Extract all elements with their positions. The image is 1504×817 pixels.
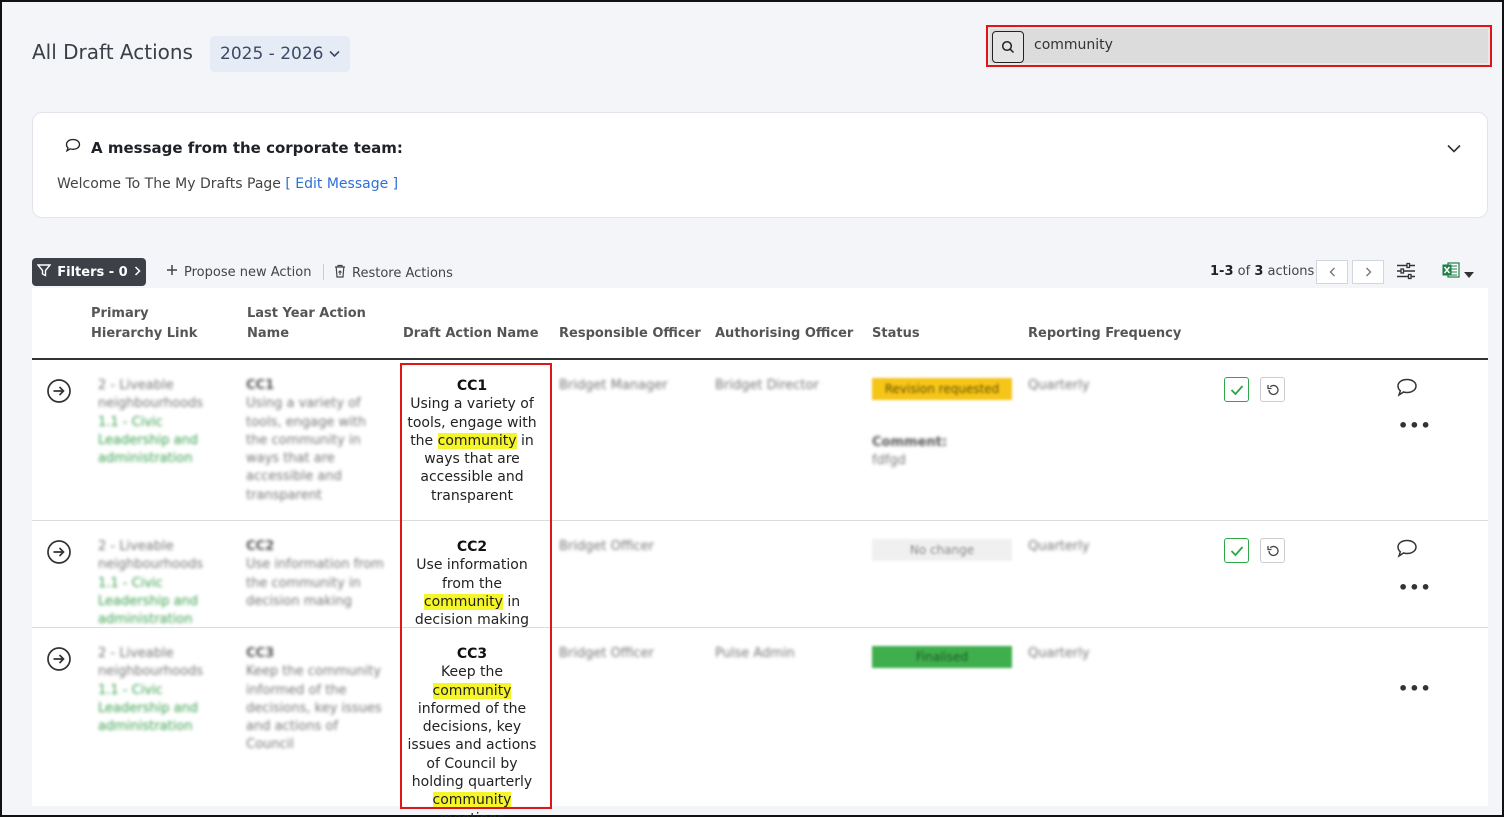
draft-action-cell: CC1 Using a variety of tools, engage wit… (402, 377, 542, 505)
message-title: A message from the corporate team: (91, 138, 403, 157)
status-badge: Finalised (872, 646, 1012, 668)
header-divider (32, 358, 1488, 360)
responsible-officer: Bridget Manager (559, 378, 668, 393)
hierarchy-link[interactable]: 2 - Liveable neighbourhoods (98, 377, 228, 414)
pagination-summary: 1-3 of 3 actions (1210, 264, 1315, 279)
approve-button[interactable] (1224, 538, 1249, 563)
column-settings-icon[interactable] (1396, 262, 1416, 284)
more-options-icon[interactable]: ••• (1398, 416, 1432, 435)
check-icon (1230, 384, 1243, 395)
status-badge: Revision requested (872, 378, 1012, 400)
last-year-code: CC2 (246, 539, 275, 554)
column-header-authorising-officer[interactable]: Authorising Officer (715, 324, 853, 344)
plus-icon (166, 264, 178, 280)
draft-actions-table: Primary Hierarchy Link Last Year Action … (32, 288, 1488, 817)
search-highlight: community (432, 792, 512, 809)
divider (323, 264, 324, 280)
hierarchy-link[interactable]: 2 - Liveable neighbourhoods (98, 538, 228, 575)
reporting-frequency: Quarterly (1028, 646, 1090, 661)
year-selector-label: 2025 - 2026 (220, 44, 324, 64)
prev-page-button[interactable] (1316, 260, 1348, 284)
column-header-last-year-action[interactable]: Last Year Action Name (247, 304, 367, 344)
last-year-name: Keep the community informed of the decis… (246, 664, 382, 753)
caret-down-icon (1464, 263, 1474, 282)
excel-export-button[interactable] (1442, 262, 1474, 282)
year-selector[interactable]: 2025 - 2026 (210, 36, 351, 72)
responsible-officer: Bridget Officer (559, 539, 654, 554)
authorising-officer: Bridget Director (715, 378, 819, 393)
search-highlight: community (437, 432, 517, 449)
responsible-officer: Bridget Officer (559, 646, 654, 661)
draft-code: CC1 (456, 378, 488, 394)
undo-button[interactable] (1260, 538, 1285, 563)
chevron-right-icon (1365, 267, 1371, 277)
search-highlight: community (423, 593, 503, 610)
draft-action-cell: CC3 Keep the community informed of the d… (402, 645, 542, 817)
draft-code: CC2 (456, 539, 488, 555)
trash-restore-icon (334, 264, 346, 282)
last-year-code: CC3 (246, 646, 275, 661)
search-icon[interactable] (992, 31, 1024, 63)
propose-action-button[interactable]: Propose new Action (166, 264, 311, 280)
hierarchy-sublink[interactable]: 1.1 - Civic Leadership and administratio… (98, 414, 228, 469)
draft-code: CC3 (456, 646, 488, 662)
column-header-draft-action[interactable]: Draft Action Name (403, 324, 539, 344)
last-year-name: Using a variety of tools, engage with th… (246, 396, 367, 503)
chevron-down-icon (329, 47, 341, 61)
last-year-code: CC1 (246, 378, 275, 393)
undo-icon (1266, 384, 1279, 395)
comment-label: Comment: (872, 435, 948, 450)
draft-action-cell: CC2 Use information from the community i… (402, 538, 542, 629)
approve-button[interactable] (1224, 377, 1249, 402)
comment-text: fdfgd (872, 453, 906, 469)
draft-name: Using a variety of tools, engage with th… (407, 396, 537, 504)
arrow-right-circle-icon[interactable] (46, 539, 72, 565)
undo-icon (1266, 545, 1279, 556)
table-toolbar: Filters - 0 Propose new Action Restore A… (32, 258, 1488, 288)
row-divider (32, 627, 1488, 628)
authorising-officer: Pulse Admin (715, 646, 795, 661)
last-year-name: Use information from the community in de… (246, 557, 384, 609)
more-options-icon[interactable]: ••• (1398, 578, 1432, 597)
next-page-button[interactable] (1352, 260, 1384, 284)
message-card: A message from the corporate team: Welco… (32, 112, 1488, 218)
draft-name: Keep the community informed of the decis… (407, 664, 537, 817)
column-header-reporting-frequency[interactable]: Reporting Frequency (1028, 324, 1181, 344)
more-options-icon[interactable]: ••• (1398, 679, 1432, 698)
row-divider (32, 520, 1488, 521)
chevron-left-icon (1329, 267, 1335, 277)
chevron-down-icon[interactable] (1447, 141, 1461, 157)
chat-bubble-icon (65, 138, 81, 157)
search-highlight: community (432, 682, 512, 699)
excel-icon (1442, 262, 1460, 282)
page-header: All Draft Actions 2025 - 2026 (2, 2, 1502, 102)
filters-button[interactable]: Filters - 0 (32, 258, 146, 286)
check-icon (1230, 545, 1243, 556)
filter-icon (36, 263, 52, 281)
chevron-right-icon (134, 265, 141, 280)
column-header-responsible-officer[interactable]: Responsible Officer (559, 324, 701, 344)
restore-actions-button[interactable]: Restore Actions (334, 264, 453, 282)
search-input[interactable] (1034, 37, 1434, 53)
page-title: All Draft Actions (32, 40, 193, 64)
edit-message-link[interactable]: [ Edit Message ] (285, 176, 398, 192)
hierarchy-sublink[interactable]: 1.1 - Civic Leadership and administratio… (98, 575, 228, 630)
reporting-frequency: Quarterly (1028, 378, 1090, 393)
column-header-status[interactable]: Status (872, 324, 920, 344)
undo-button[interactable] (1260, 377, 1285, 402)
draft-name: Use information from the community in de… (414, 557, 530, 629)
column-header-primary-hierarchy[interactable]: Primary Hierarchy Link (91, 304, 221, 344)
comment-icon[interactable] (1396, 378, 1418, 401)
message-body: Welcome To The My Drafts Page [ Edit Mes… (57, 176, 399, 192)
search-box (986, 25, 1492, 67)
arrow-right-circle-icon[interactable] (46, 646, 72, 672)
hierarchy-link[interactable]: 2 - Liveable neighbourhoods (98, 645, 228, 682)
arrow-right-circle-icon[interactable] (46, 378, 72, 404)
comment-icon[interactable] (1396, 539, 1418, 562)
status-badge: No change (872, 539, 1012, 561)
hierarchy-sublink[interactable]: 1.1 - Civic Leadership and administratio… (98, 682, 228, 737)
reporting-frequency: Quarterly (1028, 539, 1090, 554)
